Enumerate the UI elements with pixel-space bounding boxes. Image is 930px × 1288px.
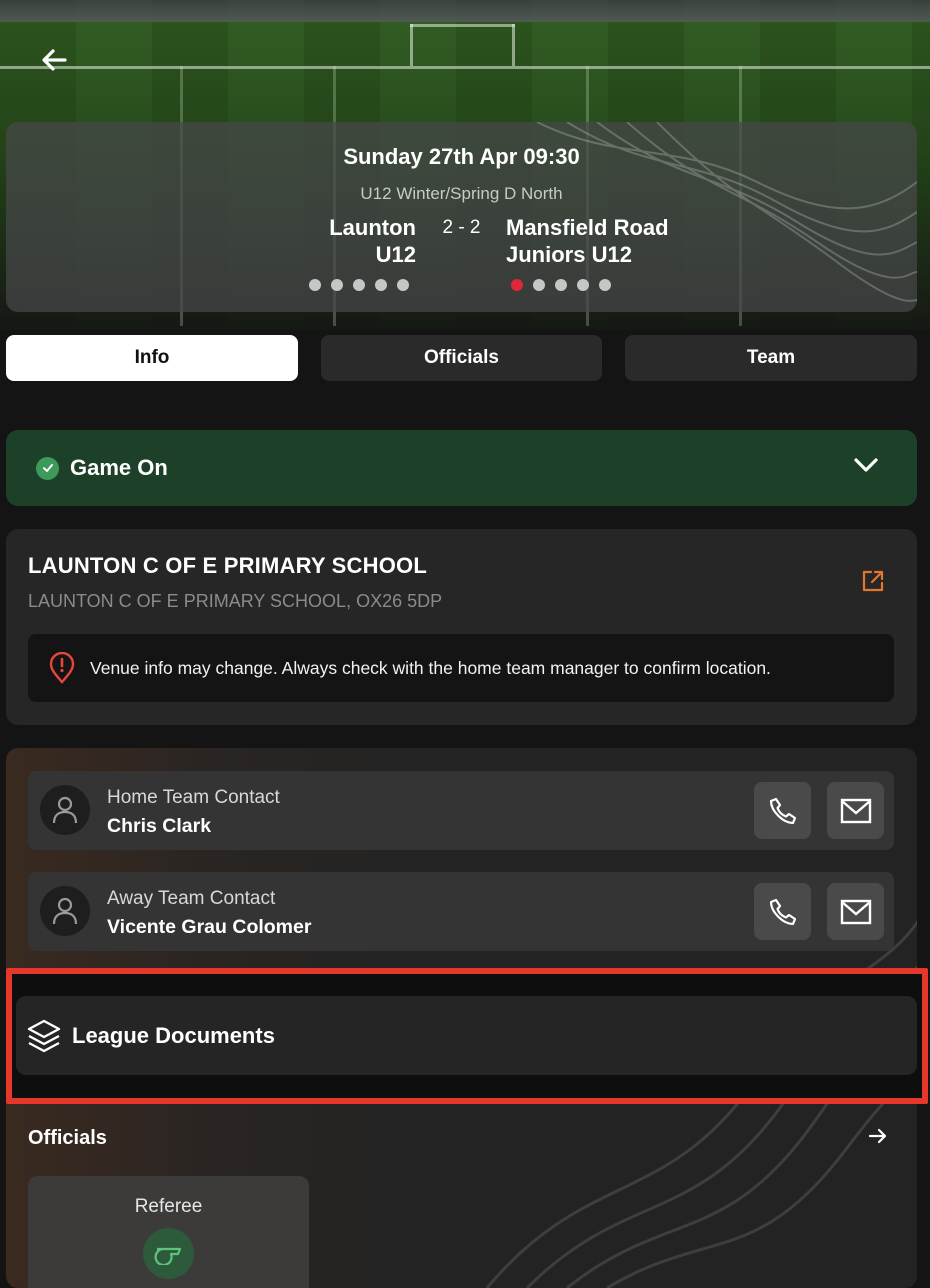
form-dot-active bbox=[511, 279, 523, 291]
mail-icon bbox=[840, 899, 871, 924]
phone-icon bbox=[769, 797, 796, 824]
match-summary-card: Sunday 27th Apr 09:30 U12 Winter/Spring … bbox=[6, 122, 917, 312]
home-contact-row: Home Team Contact Chris Clark bbox=[28, 771, 894, 850]
goal-line bbox=[410, 24, 413, 66]
location-alert-icon bbox=[49, 652, 75, 684]
pitch-line bbox=[0, 66, 930, 69]
mail-icon bbox=[840, 798, 871, 823]
contact-role: Home Team Contact bbox=[107, 787, 280, 808]
form-dot bbox=[331, 279, 343, 291]
email-button[interactable] bbox=[827, 883, 884, 940]
away-form-dots bbox=[511, 279, 611, 291]
phone-icon bbox=[769, 898, 796, 925]
arrow-right-icon[interactable] bbox=[866, 1124, 890, 1148]
call-button[interactable] bbox=[754, 883, 811, 940]
form-dot bbox=[309, 279, 321, 291]
match-date: Sunday 27th Apr 09:30 bbox=[343, 144, 580, 169]
user-icon bbox=[52, 897, 78, 925]
chevron-down-icon bbox=[854, 458, 878, 472]
form-dot bbox=[599, 279, 611, 291]
avatar bbox=[40, 785, 90, 835]
venue-name: LAUNTON C OF E PRIMARY SCHOOL bbox=[28, 553, 427, 578]
layers-icon bbox=[27, 1019, 61, 1052]
check-circle-icon bbox=[36, 456, 59, 480]
home-form-dots bbox=[309, 279, 409, 291]
match-league: U12 Winter/Spring D North bbox=[360, 184, 563, 203]
game-status-bar[interactable]: Game On bbox=[6, 430, 917, 506]
back-button[interactable] bbox=[32, 40, 76, 80]
tab-officials[interactable]: Officials bbox=[321, 335, 602, 381]
form-dot bbox=[353, 279, 365, 291]
stands bbox=[0, 0, 930, 22]
external-link-icon[interactable] bbox=[859, 567, 887, 595]
officials-section-title: Officials bbox=[28, 1127, 107, 1149]
call-button[interactable] bbox=[754, 782, 811, 839]
venue-address: LAUNTON C OF E PRIMARY SCHOOL, OX26 5DP bbox=[28, 591, 443, 611]
referee-card[interactable]: Referee bbox=[28, 1176, 309, 1288]
tab-team[interactable]: Team bbox=[625, 335, 917, 381]
goal-line bbox=[410, 24, 515, 27]
form-dot bbox=[577, 279, 589, 291]
avatar bbox=[40, 886, 90, 936]
user-icon bbox=[52, 796, 78, 824]
game-status-label: Game On bbox=[70, 455, 168, 480]
away-team-name: Mansfield Road Juniors U12 bbox=[506, 215, 669, 267]
match-score: 2 - 2 bbox=[442, 217, 481, 238]
email-button[interactable] bbox=[827, 782, 884, 839]
league-documents-button[interactable]: League Documents bbox=[16, 996, 917, 1075]
tab-info[interactable]: Info bbox=[6, 335, 298, 381]
form-dot bbox=[533, 279, 545, 291]
contact-name: Chris Clark bbox=[107, 815, 212, 837]
whistle-icon bbox=[143, 1228, 194, 1279]
form-dot bbox=[375, 279, 387, 291]
contact-role: Away Team Contact bbox=[107, 888, 276, 909]
contact-name: Vicente Grau Colomer bbox=[107, 916, 312, 938]
venue-warning-text: Venue info may change. Always check with… bbox=[90, 657, 771, 678]
referee-label: Referee bbox=[134, 1196, 203, 1217]
form-dot bbox=[555, 279, 567, 291]
away-contact-row: Away Team Contact Vicente Grau Colomer bbox=[28, 872, 894, 951]
arrow-left-icon bbox=[42, 49, 67, 71]
form-dot bbox=[397, 279, 409, 291]
venue-card: LAUNTON C OF E PRIMARY SCHOOL LAUNTON C … bbox=[6, 529, 917, 725]
venue-warning: Venue info may change. Always check with… bbox=[28, 634, 894, 702]
league-documents-label: League Documents bbox=[72, 1022, 275, 1048]
goal-line bbox=[512, 24, 515, 66]
